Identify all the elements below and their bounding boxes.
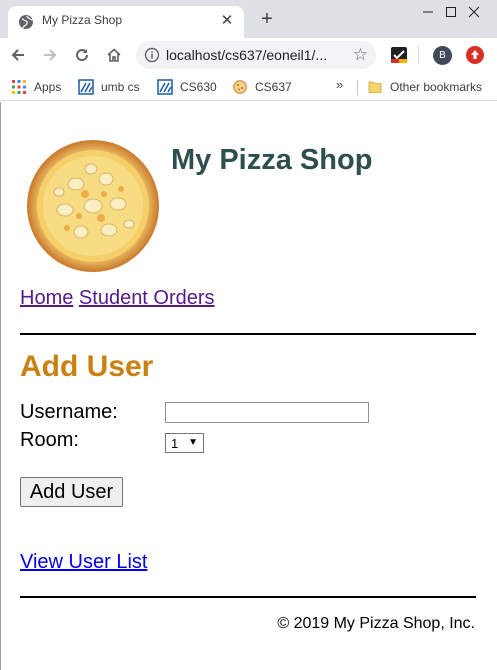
nav-link-home[interactable]: Home: [20, 287, 73, 309]
update-arrow-icon[interactable]: [466, 46, 484, 64]
bookmarks-overflow-chevron-icon[interactable]: »: [336, 77, 343, 92]
footer-copyright: © 2019 My Pizza Shop, Inc.: [277, 615, 475, 632]
pizza-favicon-icon: [233, 80, 247, 94]
add-user-button[interactable]: Add User: [20, 477, 123, 507]
nav-link-student-orders[interactable]: Student Orders: [79, 287, 215, 309]
pizza-image: [27, 140, 159, 272]
profile-avatar[interactable]: B: [433, 46, 452, 65]
bookmark-cs637[interactable]: CS637: [232, 73, 292, 101]
other-bookmarks-label: Other bookmarks: [390, 80, 483, 94]
address-url: localhost/cs637/eoneil1/...: [166, 47, 328, 63]
site-title: My Pizza Shop: [171, 144, 373, 176]
reload-icon[interactable]: [70, 43, 94, 67]
home-icon[interactable]: [102, 43, 126, 67]
browser-tab[interactable]: My Pizza Shop ✕: [8, 6, 244, 38]
site-nav: Home Student Orders: [20, 287, 215, 310]
browser-toolbar: localhost/cs637/eoneil1/... ☆ B: [0, 38, 497, 73]
bookmark-apps[interactable]: Apps: [11, 73, 61, 101]
folder-icon: [368, 81, 382, 93]
bookmark-cs630[interactable]: CS630: [157, 73, 217, 101]
bookmark-label: CS637: [255, 80, 292, 94]
bookmark-favicon-icon: [78, 79, 94, 95]
globe-icon: [19, 15, 34, 29]
bookmark-star-icon[interactable]: ☆: [353, 45, 368, 65]
extension-checkbox-icon[interactable]: [390, 46, 408, 64]
back-arrow-icon[interactable]: [6, 43, 30, 67]
bookmark-label: umb cs: [101, 80, 140, 94]
username-label: Username:: [20, 401, 118, 423]
window-close-icon[interactable]: [451, 0, 497, 24]
info-icon[interactable]: [144, 47, 160, 63]
dropdown-arrow-icon: ▼: [188, 437, 198, 448]
close-icon[interactable]: ✕: [218, 12, 236, 30]
apps-grid-icon: [12, 80, 26, 94]
bookmark-favicon-icon: [157, 79, 173, 95]
toolbar-divider: [418, 46, 419, 64]
room-select-value: 1: [171, 435, 179, 451]
footer-divider: [20, 596, 476, 598]
section-title: Add User: [20, 350, 154, 383]
bookmarks-bar: Apps umb cs CS630 CS637 » Other bookmark…: [0, 73, 497, 101]
address-bar[interactable]: localhost/cs637/eoneil1/... ☆: [136, 41, 376, 69]
bookmark-divider: [357, 80, 358, 95]
other-bookmarks[interactable]: Other bookmarks: [367, 73, 482, 101]
username-input[interactable]: [165, 402, 369, 423]
forward-arrow-icon[interactable]: [38, 43, 62, 67]
view-user-list-link[interactable]: View User List: [20, 551, 147, 574]
room-label: Room:: [20, 429, 79, 451]
new-tab-plus-icon[interactable]: +: [256, 8, 278, 30]
browser-titlebar: My Pizza Shop ✕ +: [0, 0, 497, 38]
tab-title: My Pizza Shop: [42, 13, 123, 27]
page-viewport: My Pizza Shop Home Student Orders Add Us…: [0, 102, 497, 670]
bookmark-label: CS630: [180, 80, 217, 94]
divider: [20, 333, 476, 335]
bookmark-label: Apps: [34, 80, 62, 94]
room-select[interactable]: 1 ▼: [165, 433, 204, 453]
bookmark-umb-cs[interactable]: umb cs: [78, 73, 140, 101]
